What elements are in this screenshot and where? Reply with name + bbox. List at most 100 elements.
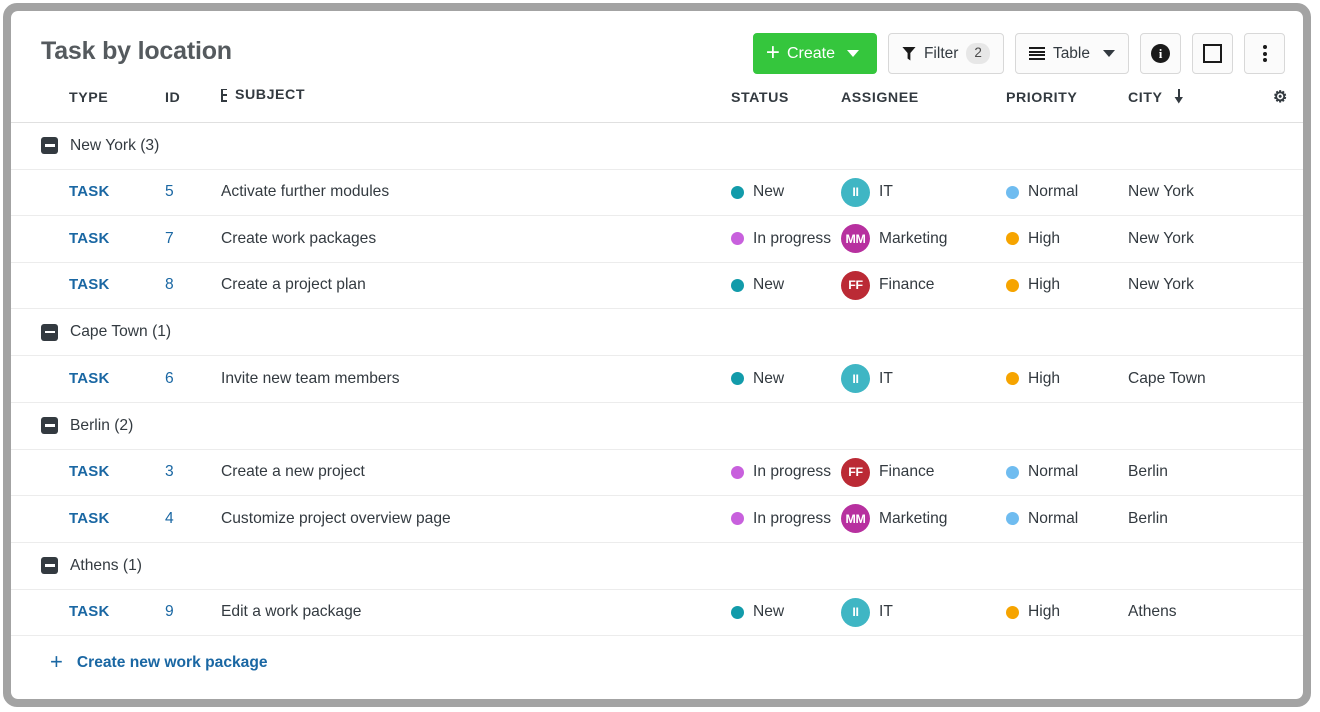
hierarchy-mode-icon[interactable]: [221, 89, 228, 102]
avatar: II: [841, 598, 870, 627]
task-subject[interactable]: Create a project plan: [221, 276, 366, 293]
task-id-link[interactable]: 4: [165, 510, 174, 527]
task-type-link[interactable]: TASK: [69, 276, 110, 293]
work-package-table: TYPE ID SUBJECT STATUS: [11, 87, 1303, 636]
avatar: MM: [841, 504, 870, 533]
plus-icon: +: [50, 651, 63, 673]
status-label: New: [753, 603, 784, 621]
column-header-subject[interactable]: SUBJECT: [221, 87, 731, 122]
cell-city: New York: [1128, 169, 1273, 216]
task-subject[interactable]: Create work packages: [221, 230, 376, 247]
task-type-link[interactable]: TASK: [69, 183, 110, 200]
column-header-priority-label: PRIORITY: [1006, 90, 1077, 106]
gear-icon[interactable]: ⚙: [1273, 90, 1288, 105]
cell-priority: High: [1006, 356, 1128, 403]
group-row: Cape Town (1): [11, 309, 1303, 356]
column-header-priority[interactable]: PRIORITY: [1006, 87, 1128, 122]
filter-button[interactable]: Filter 2: [888, 33, 1004, 74]
cell-status: New: [731, 356, 841, 403]
table-row[interactable]: TASK 6 Invite new team members New IIITHighC…: [11, 356, 1303, 403]
task-subject[interactable]: Edit a work package: [221, 603, 361, 620]
task-subject[interactable]: Create a new project: [221, 463, 365, 480]
status-dot: [731, 466, 744, 479]
task-type-link[interactable]: TASK: [69, 463, 110, 480]
task-type-link[interactable]: TASK: [69, 603, 110, 620]
group-row-cell: Athens (1): [11, 542, 1303, 589]
chevron-down-icon: [847, 50, 859, 57]
column-header-id[interactable]: ID: [165, 87, 221, 122]
status-dot: [731, 606, 744, 619]
table-row[interactable]: TASK8Create a project planNewFFFinanceHi…: [11, 262, 1303, 309]
collapse-group-button[interactable]: [41, 137, 58, 154]
create-button[interactable]: + Create: [753, 33, 877, 74]
task-id-link[interactable]: 9: [165, 603, 174, 620]
cell-type: TASK: [11, 262, 165, 309]
cell-city: Berlin: [1128, 496, 1273, 543]
task-id-link[interactable]: 7: [165, 230, 174, 247]
task-id-link[interactable]: 8: [165, 276, 174, 293]
column-settings-header[interactable]: ⚙: [1273, 87, 1303, 122]
cell-status: In progress: [731, 449, 841, 496]
task-type-link[interactable]: TASK: [69, 230, 110, 247]
cell-subject: Edit a work package: [221, 589, 731, 636]
column-header-status[interactable]: STATUS: [731, 87, 841, 122]
cell-id: 7: [165, 216, 221, 263]
task-subject[interactable]: Activate further modules: [221, 183, 389, 200]
chevron-down-icon: [1103, 50, 1115, 57]
filter-count-badge: 2: [966, 43, 990, 63]
column-header-id-label: ID: [165, 90, 180, 106]
group-label: Berlin (2): [70, 417, 133, 435]
task-subject[interactable]: Customize project overview page: [221, 510, 451, 527]
priority-dot: [1006, 186, 1019, 199]
view-mode-button[interactable]: Table: [1015, 33, 1129, 74]
assignee-label: Marketing: [879, 230, 947, 248]
cell-actions: [1273, 169, 1303, 216]
cell-assignee: IIIT: [841, 356, 1006, 403]
column-header-city-label: CITY: [1128, 90, 1162, 106]
task-subject[interactable]: Invite new team members: [221, 370, 400, 387]
create-new-row[interactable]: + Create new work package: [11, 636, 1303, 689]
status-label: New: [753, 370, 784, 388]
task-id-link[interactable]: 5: [165, 183, 174, 200]
task-id-link[interactable]: 6: [165, 370, 174, 387]
cell-status: New: [731, 262, 841, 309]
info-button[interactable]: i: [1140, 33, 1181, 74]
cell-priority: High: [1006, 216, 1128, 263]
priority-label: High: [1028, 230, 1060, 248]
table-row[interactable]: TASK9Edit a work packageNewIIITHighAthen…: [11, 589, 1303, 636]
status-dot: [731, 279, 744, 292]
collapse-group-button[interactable]: [41, 557, 58, 574]
cell-city: New York: [1128, 216, 1273, 263]
group-label: Athens (1): [70, 557, 142, 575]
task-type-link[interactable]: TASK: [69, 370, 110, 387]
cell-subject: Customize project overview page: [221, 496, 731, 543]
table-row[interactable]: TASK7Create work packagesIn progressMMMa…: [11, 216, 1303, 263]
task-type-link[interactable]: TASK: [69, 510, 110, 527]
column-header-city[interactable]: CITY: [1128, 87, 1273, 122]
table-row[interactable]: TASK4Customize project overview pageIn p…: [11, 496, 1303, 543]
cell-city: Cape Town: [1128, 356, 1273, 403]
more-menu-button[interactable]: [1244, 33, 1285, 74]
column-header-assignee[interactable]: ASSIGNEE: [841, 87, 1006, 122]
arrow-down-icon: [1174, 89, 1184, 104]
table-row[interactable]: TASK5Activate further modulesNewIIITNorm…: [11, 169, 1303, 216]
table-rows-icon: [1029, 47, 1045, 60]
priority-dot: [1006, 232, 1019, 245]
cell-priority: Normal: [1006, 449, 1128, 496]
collapse-group-button[interactable]: [41, 417, 58, 434]
cell-id: 8: [165, 262, 221, 309]
avatar: FF: [841, 271, 870, 300]
create-button-label: Create: [787, 45, 835, 63]
priority-dot: [1006, 466, 1019, 479]
priority-label: Normal: [1028, 510, 1078, 528]
task-id-link[interactable]: 3: [165, 463, 174, 480]
column-header-status-label: STATUS: [731, 90, 789, 106]
cell-assignee: MMMarketing: [841, 496, 1006, 543]
table-row[interactable]: TASK3Create a new projectIn progressFFFi…: [11, 449, 1303, 496]
column-header-type[interactable]: TYPE: [11, 87, 165, 122]
city-label: Berlin: [1128, 463, 1168, 480]
collapse-group-button[interactable]: [41, 324, 58, 341]
cell-type: TASK: [11, 356, 165, 403]
fullscreen-button[interactable]: [1192, 33, 1233, 74]
status-label: New: [753, 183, 784, 201]
